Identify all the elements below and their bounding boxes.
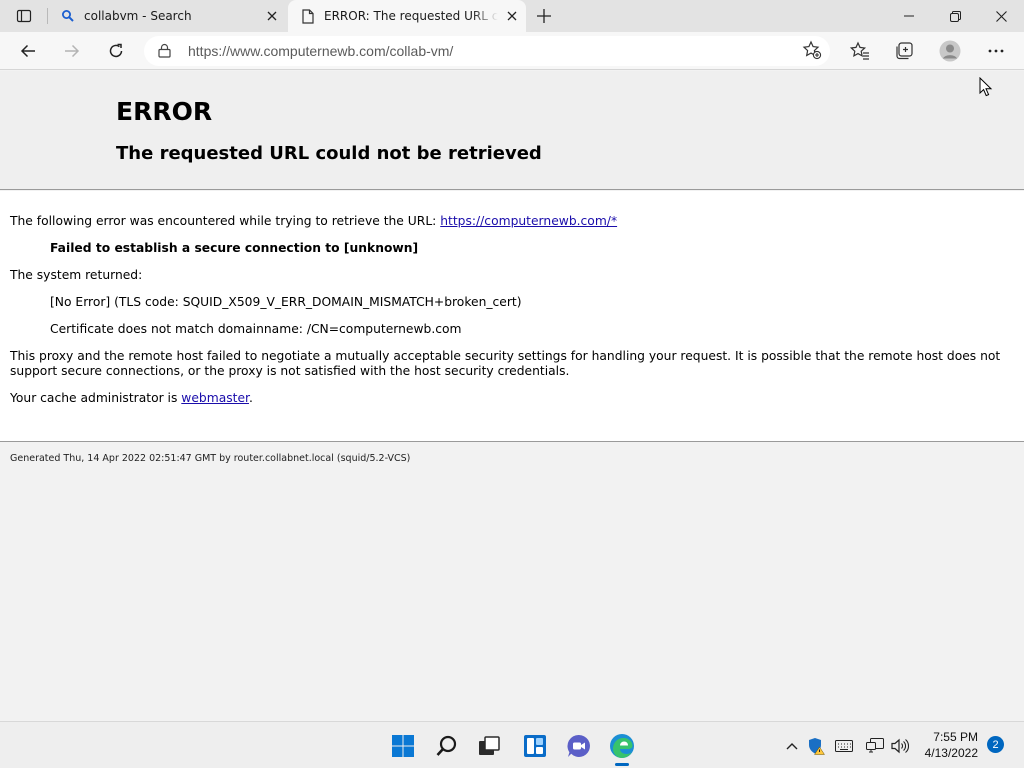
error-header: ERROR The requested URL could not be ret… <box>0 71 1024 190</box>
admin-text: Your cache administrator is <box>10 391 182 405</box>
clock-date: 4/13/2022 <box>924 746 978 760</box>
page-content: ERROR The requested URL could not be ret… <box>0 71 1024 721</box>
volume-icon[interactable] <box>890 736 910 756</box>
page-subtitle: The requested URL could not be retrieved <box>116 143 542 164</box>
clock-time: 7:55 PM <box>933 730 978 744</box>
close-tab-icon[interactable] <box>498 11 526 21</box>
url-text[interactable]: https://www.computernewb.com/collab-vm/ <box>188 43 453 59</box>
security-shield-warning-icon[interactable] <box>806 736 826 756</box>
tab-error-page[interactable]: ERROR: The requested URL could not be re… <box>288 0 526 32</box>
add-favorite-icon[interactable] <box>802 40 822 64</box>
edge-browser-icon[interactable] <box>606 730 638 762</box>
favorites-icon[interactable] <box>846 37 874 65</box>
browser-toolbar: https://www.computernewb.com/collab-vm/ <box>0 32 1024 70</box>
address-bar[interactable]: https://www.computernewb.com/collab-vm/ <box>144 36 830 66</box>
widgets-icon[interactable] <box>519 730 551 762</box>
back-icon[interactable] <box>14 37 42 65</box>
search-icon[interactable] <box>431 730 463 762</box>
tab-collabvm-search[interactable]: collabvm - Search <box>48 0 286 32</box>
close-tab-icon[interactable] <box>258 11 286 21</box>
notification-count-badge[interactable]: 2 <box>987 736 1004 753</box>
network-icon[interactable] <box>865 736 885 756</box>
forward-icon[interactable] <box>58 37 86 65</box>
tab-strip: collabvm - Search ERROR: The requested U… <box>0 0 1024 32</box>
tab-title: ERROR: The requested URL could not be re… <box>324 9 498 23</box>
system-returned-label: The system returned: <box>10 268 143 282</box>
admin-suffix: . <box>248 391 253 405</box>
system-clock[interactable]: 7:55 PM 4/13/2022 <box>925 729 978 761</box>
settings-more-icon[interactable] <box>982 37 1010 65</box>
active-app-indicator <box>615 763 629 766</box>
error-title: Failed to establish a secure connection … <box>50 241 419 255</box>
tab-title: collabvm - Search <box>84 9 192 23</box>
keyboard-icon[interactable] <box>834 736 854 756</box>
collections-icon[interactable] <box>890 37 918 65</box>
page-icon <box>296 8 320 24</box>
intro-paragraph: The following error was encountered whil… <box>10 214 617 229</box>
explanation-paragraph: This proxy and the remote host failed to… <box>10 349 1001 378</box>
error-body: The following error was encountered whil… <box>0 191 1024 442</box>
restore-icon[interactable] <box>932 0 978 32</box>
intro-text: The following error was encountered whil… <box>10 214 441 228</box>
page-title: ERROR <box>116 97 213 126</box>
search-icon <box>56 9 80 23</box>
close-window-icon[interactable] <box>978 0 1024 32</box>
tab-actions-menu-icon[interactable] <box>8 4 40 28</box>
minimize-icon[interactable] <box>886 0 932 32</box>
refresh-icon[interactable] <box>102 37 130 65</box>
chat-icon[interactable] <box>563 730 595 762</box>
lock-icon[interactable] <box>158 43 171 62</box>
certificate-message: Certificate does not match domainname: /… <box>50 322 462 336</box>
mouse-cursor-icon <box>979 76 993 101</box>
profile-avatar-icon[interactable] <box>936 37 964 65</box>
admin-paragraph: Your cache administrator is webmaster. <box>10 391 253 406</box>
task-view-icon[interactable] <box>473 730 505 762</box>
webmaster-link[interactable]: webmaster <box>181 391 249 405</box>
new-tab-icon[interactable] <box>532 4 556 28</box>
requested-url-link[interactable]: https://computernewb.com/* <box>440 214 617 228</box>
start-windows-icon[interactable] <box>387 730 419 762</box>
generated-footer: Generated Thu, 14 Apr 2022 02:51:47 GMT … <box>10 453 411 464</box>
show-hidden-icons-chevron-icon[interactable] <box>782 736 802 756</box>
system-returned-line: [No Error] (TLS code: SQUID_X509_V_ERR_D… <box>50 295 522 309</box>
taskbar: 7:55 PM 4/13/2022 <box>0 721 1024 768</box>
